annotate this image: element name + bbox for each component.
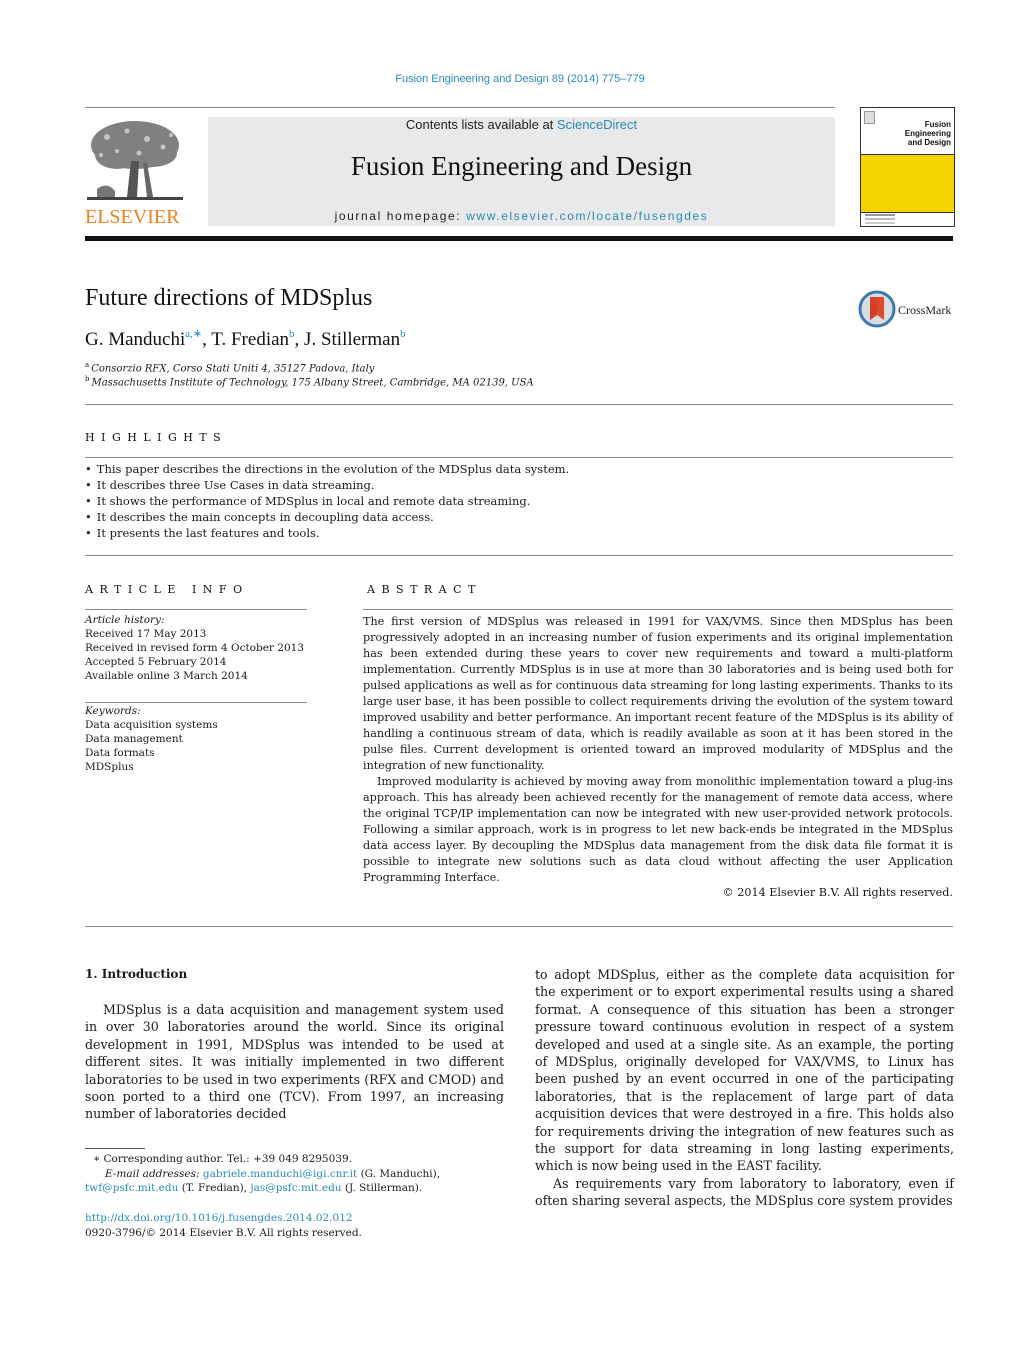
body-column-right: to adopt MDSplus, either as the complete… <box>535 966 954 1210</box>
author-name: T. Fredian <box>211 329 290 350</box>
email-owner: (T. Fredian), <box>178 1182 251 1194</box>
cover-title: Fusion Engineering and Design <box>881 120 951 147</box>
corresponding-author-note: ∗ Corresponding author. Tel.: +39 049 82… <box>93 1153 352 1165</box>
abstract-paragraph: Improved modularity is achieved by movin… <box>363 775 953 884</box>
author-name: G. Manduchi <box>85 329 186 350</box>
divider <box>85 404 953 405</box>
article-info-heading: ARTICLE INFO <box>85 583 249 596</box>
body-paragraph: to adopt MDSplus, either as the complete… <box>535 967 954 1174</box>
history-accepted: Accepted 5 February 2014 <box>85 656 227 668</box>
author-name: J. Stillerman <box>304 329 401 350</box>
keyword: MDSplus <box>85 761 134 773</box>
abstract-heading: ABSTRACT <box>367 583 482 596</box>
history-received: Received 17 May 2013 <box>85 628 207 640</box>
journal-citation-link[interactable]: Fusion Engineering and Design 89 (2014) … <box>0 73 1020 85</box>
keyword: Data management <box>85 733 183 745</box>
body-paragraph: MDSplus is a data acquisition and manage… <box>85 1002 504 1122</box>
abstract-body: The first version of MDSplus was release… <box>363 614 953 886</box>
author-separator: , <box>294 329 305 350</box>
divider <box>85 609 307 610</box>
abstract-copyright: © 2014 Elsevier B.V. All rights reserved… <box>722 886 953 899</box>
footnote-rule <box>85 1148 145 1149</box>
email-link[interactable]: gabriele.manduchi@igi.cnr.it <box>203 1168 357 1180</box>
article-title: Future directions of MDSplus <box>85 285 373 311</box>
footnotes: ∗ Corresponding author. Tel.: +39 049 82… <box>85 1152 505 1196</box>
crossmark-label: CrossMark <box>898 303 952 317</box>
journal-title: Fusion Engineering and Design <box>350 151 693 181</box>
divider <box>85 926 953 927</box>
divider <box>85 457 953 458</box>
history-revised: Received in revised form 4 October 2013 <box>85 642 305 654</box>
affiliation-text: Massachusetts Institute of Technology, 1… <box>91 377 534 389</box>
doi-block: http://dx.doi.org/10.1016/j.fusengdes.20… <box>85 1211 362 1240</box>
homepage-prefix: journal homepage: <box>334 209 467 223</box>
email-label: E-mail addresses: <box>105 1167 200 1180</box>
highlight-item: It presents the last features and tools. <box>85 525 569 541</box>
journal-homepage-line: journal homepage: www.elsevier.com/locat… <box>208 209 835 223</box>
highlight-item: It describes the main concepts in decoup… <box>85 509 569 525</box>
highlight-item: This paper describes the directions in t… <box>85 461 569 477</box>
cover-yellow-panel <box>861 154 954 213</box>
email-addresses: E-mail addresses: gabriele.manduchi@igi.… <box>85 1167 505 1196</box>
author-separator: , <box>202 329 212 350</box>
cover-title-line2: and Design <box>907 138 951 147</box>
header-top-rule <box>85 107 835 108</box>
highlight-item: It shows the performance of MDSplus in l… <box>85 493 569 509</box>
cover-title-line1: Fusion Engineering <box>904 120 951 138</box>
affiliation: b Massachusetts Institute of Technology, … <box>85 375 534 388</box>
elsevier-tree-icon <box>87 121 183 200</box>
affiliation-key: a <box>85 361 90 369</box>
divider <box>363 609 953 610</box>
highlights-list: This paper describes the directions in t… <box>85 461 569 541</box>
cover-footer-lines <box>865 214 895 216</box>
cover-header: Fusion Engineering and Design <box>861 108 954 152</box>
cover-mini-logo-icon <box>864 111 875 124</box>
keyword: Data acquisition systems <box>85 719 218 731</box>
body-paragraph: As requirements vary from laboratory to … <box>535 1175 954 1209</box>
article-history: Article history: Received 17 May 2013 Re… <box>85 613 307 683</box>
keyword: Data formats <box>85 747 155 759</box>
section-heading-introduction: 1. Introduction <box>85 967 188 981</box>
article-history-label: Article history: <box>85 614 165 626</box>
divider <box>85 702 307 703</box>
contents-available-line: Contents lists available at ScienceDirec… <box>208 117 835 132</box>
crossmark-icon <box>858 290 896 328</box>
contents-prefix: Contents lists available at <box>405 117 557 132</box>
author-affiliation-link[interactable]: a,∗ <box>185 328 202 340</box>
sciencedirect-link[interactable]: ScienceDirect <box>557 117 637 132</box>
crossmark-button[interactable]: CrossMark <box>858 290 958 330</box>
keywords-label: Keywords: <box>85 705 141 717</box>
affiliation-text: Consorzio RFX, Corso Stati Uniti 4, 3512… <box>91 363 375 375</box>
body-column-left: MDSplus is a data acquisition and manage… <box>85 1001 504 1123</box>
email-owner: (J. Stillerman). <box>341 1182 423 1194</box>
elsevier-logo[interactable]: ELSEVIER <box>85 117 185 228</box>
email-link[interactable]: jas@psfc.mit.edu <box>250 1182 341 1194</box>
journal-banner: Contents lists available at ScienceDirec… <box>208 117 835 226</box>
issn-copyright: 0920-3796/© 2014 Elsevier B.V. All right… <box>85 1226 362 1239</box>
author-affiliation-link[interactable]: b <box>400 328 406 340</box>
affiliation-key: b <box>85 375 90 383</box>
header-heavy-rule <box>85 236 953 241</box>
email-link[interactable]: twf@psfc.mit.edu <box>85 1182 178 1194</box>
author-list: G. Manduchia,∗, T. Fredian b, J. Stillerm… <box>85 327 406 351</box>
email-owner: (G. Manduchi), <box>357 1167 441 1180</box>
elsevier-wordmark: ELSEVIER <box>85 206 180 228</box>
abstract-paragraph: The first version of MDSplus was release… <box>363 615 953 772</box>
divider <box>85 555 953 556</box>
history-online: Available online 3 March 2014 <box>85 670 248 682</box>
keywords: Keywords: Data acquisition systems Data … <box>85 704 218 774</box>
journal-cover-thumbnail[interactable]: Fusion Engineering and Design <box>860 107 955 227</box>
highlights-heading: HIGHLIGHTS <box>85 431 228 444</box>
journal-homepage-link[interactable]: www.elsevier.com/locate/fusengdes <box>466 209 708 223</box>
affiliation: a Consorzio RFX, Corso Stati Uniti 4, 351… <box>85 361 374 374</box>
highlight-item: It describes three Use Cases in data str… <box>85 477 569 493</box>
doi-link[interactable]: http://dx.doi.org/10.1016/j.fusengdes.20… <box>85 1212 353 1224</box>
